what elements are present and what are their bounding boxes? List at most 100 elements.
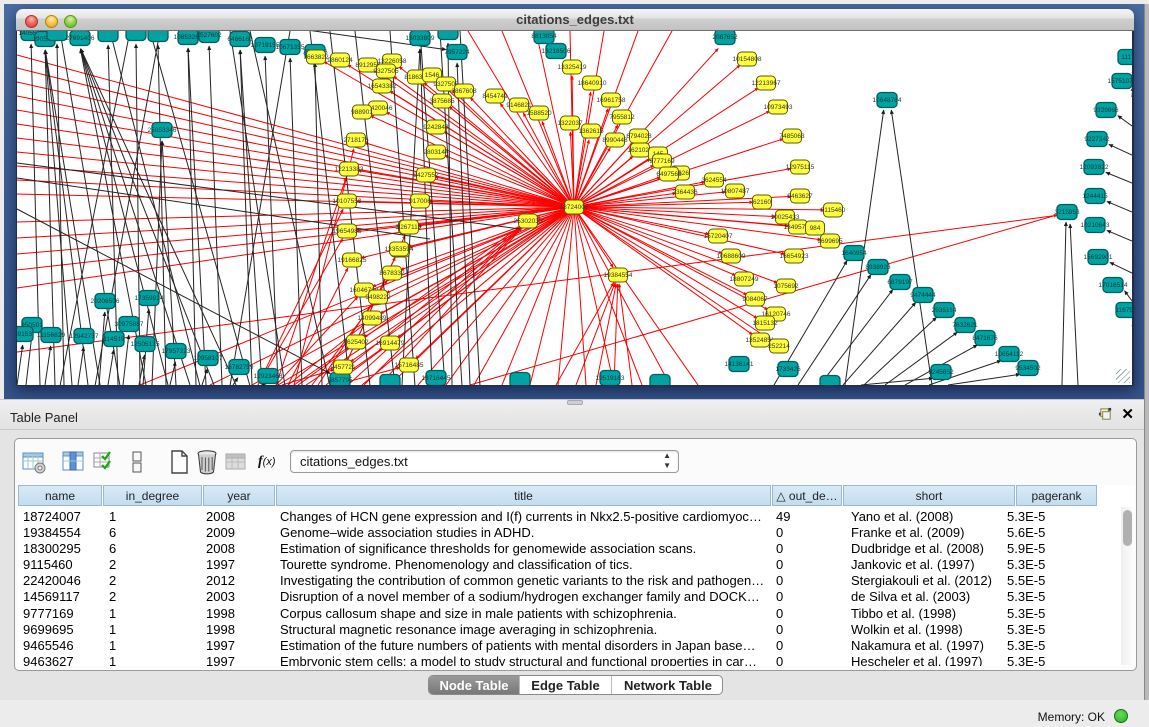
svg-text:1815132: 1815132 (752, 320, 778, 327)
svg-text:114519: 114519 (103, 336, 125, 343)
svg-text:8990448: 8990448 (602, 137, 628, 144)
svg-text:9245652: 9245652 (928, 369, 954, 376)
svg-text:9474444: 9474444 (910, 292, 936, 299)
svg-text:25302033: 25302033 (514, 218, 543, 225)
svg-text:988901: 988901 (351, 109, 373, 116)
svg-text:7632621: 7632621 (952, 322, 978, 329)
svg-text:9457721: 9457721 (330, 364, 356, 371)
svg-text:10958107: 10958107 (194, 355, 223, 362)
svg-text:9084067: 9084067 (742, 296, 768, 303)
svg-text:8471676: 8471676 (972, 335, 998, 342)
svg-text:3215953: 3215953 (1054, 209, 1080, 216)
svg-text:1733426: 1733426 (775, 366, 801, 373)
svg-text:10648784: 10648784 (873, 97, 902, 104)
svg-text:3267110: 3267110 (397, 224, 422, 231)
svg-text:13716445: 13716445 (422, 375, 451, 382)
svg-text:18724007: 18724007 (560, 204, 589, 211)
svg-text:15716485: 15716485 (395, 362, 424, 369)
svg-text:8427552: 8427552 (413, 172, 439, 179)
svg-text:9146821: 9146821 (506, 102, 532, 109)
svg-text:1244415: 1244415 (1082, 193, 1108, 200)
svg-text:13218506: 13218506 (542, 48, 571, 55)
svg-text:7485063: 7485063 (779, 133, 805, 140)
svg-text:12505135: 12505135 (131, 341, 160, 348)
svg-text:9242848: 9242848 (423, 124, 449, 131)
svg-text:13353594: 13353594 (385, 246, 414, 253)
svg-text:16782759: 16782759 (225, 364, 254, 371)
svg-text:6497568: 6497568 (656, 171, 682, 178)
svg-text:12942737: 12942737 (70, 333, 99, 340)
svg-text:9463627: 9463627 (787, 193, 813, 200)
svg-text:6879197: 6879197 (887, 279, 913, 286)
svg-text:10107553: 10107553 (333, 198, 362, 205)
svg-text:30975887: 30975887 (115, 321, 144, 328)
svg-text:16961758: 16961758 (597, 97, 626, 104)
svg-text:9857795: 9857795 (327, 377, 353, 384)
svg-text:9699695: 9699695 (817, 238, 843, 245)
svg-text:18640910: 18640910 (578, 80, 607, 87)
svg-text:17016514: 17016514 (1099, 282, 1128, 289)
svg-text:917006: 917006 (409, 198, 431, 205)
svg-text:11156829: 11156829 (37, 332, 65, 339)
svg-text:2718176: 2718176 (343, 137, 369, 144)
svg-text:8678332: 8678332 (379, 270, 405, 277)
svg-text:9860124: 9860124 (327, 57, 353, 64)
svg-text:984: 984 (810, 225, 821, 232)
svg-text:16914479: 16914479 (376, 340, 405, 347)
svg-text:18807249: 18807249 (730, 276, 759, 283)
svg-text:116753: 116753 (1115, 307, 1132, 314)
svg-text:25053346: 25053346 (148, 127, 177, 134)
svg-text:9534502: 9534502 (1015, 365, 1041, 372)
svg-text:3875685: 3875685 (429, 98, 455, 105)
svg-text:9227342: 9227342 (1084, 136, 1110, 143)
svg-text:16654923: 16654923 (780, 253, 809, 260)
svg-text:2364436: 2364436 (672, 189, 698, 196)
svg-text:8813054: 8813054 (531, 33, 557, 40)
svg-text:2867608: 2867608 (451, 88, 477, 95)
svg-text:13325419: 13325419 (558, 64, 587, 71)
svg-text:252214: 252214 (768, 343, 790, 350)
svg-text:10688609: 10688609 (717, 253, 746, 260)
svg-text:7625402: 7625402 (343, 339, 369, 346)
svg-text:14099489: 14099489 (358, 315, 387, 322)
svg-text:9327505: 9327505 (373, 68, 399, 75)
svg-text:10654112: 10654112 (995, 351, 1024, 358)
svg-text:10973493: 10973493 (764, 104, 793, 111)
svg-text:16033809: 16033809 (406, 35, 435, 42)
svg-text:19384554: 19384554 (604, 272, 633, 279)
svg-text:12975115: 12975115 (786, 164, 815, 171)
svg-text:20206506: 20206506 (91, 298, 120, 305)
svg-text:1117: 1117 (1121, 54, 1132, 61)
svg-text:8454749: 8454749 (482, 93, 508, 100)
svg-text:10154808: 10154808 (733, 56, 762, 63)
svg-text:1362615: 1362615 (578, 128, 604, 135)
svg-text:9115460: 9115460 (821, 207, 846, 214)
svg-text:6466160: 6466160 (227, 36, 253, 43)
svg-text:14136141: 14136141 (725, 361, 754, 368)
svg-text:2803144: 2803144 (423, 149, 449, 156)
svg-text:1527602: 1527602 (196, 32, 222, 39)
svg-text:10671355: 10671355 (276, 44, 305, 51)
svg-text:2087652: 2087652 (712, 34, 738, 41)
svg-text:3624554: 3624554 (701, 177, 727, 184)
svg-text:62160: 62160 (753, 199, 771, 206)
svg-text:12093822: 12093822 (1080, 164, 1109, 171)
svg-text:1640954: 1640954 (841, 250, 867, 257)
svg-text:9498222: 9498222 (365, 294, 391, 301)
svg-text:12923468: 12923468 (254, 373, 283, 380)
svg-text:1588520: 1588520 (526, 110, 552, 117)
svg-text:7957224: 7957224 (444, 49, 470, 56)
svg-text:8938923: 8938923 (865, 264, 891, 271)
svg-text:1322037: 1322037 (557, 120, 583, 127)
svg-text:12213383: 12213383 (335, 166, 364, 173)
svg-text:1075692: 1075692 (773, 283, 799, 290)
svg-text:7663822: 7663822 (303, 54, 329, 61)
svg-text:19654985: 19654985 (333, 228, 362, 235)
svg-text:10210643: 10210643 (1081, 222, 1110, 229)
svg-text:9329966: 9329966 (1093, 107, 1119, 114)
svg-text:39153: 39153 (17, 331, 32, 338)
svg-text:17957223: 17957223 (162, 348, 191, 355)
svg-text:12213967: 12213967 (752, 80, 781, 87)
svg-text:10807487: 10807487 (721, 188, 750, 195)
svg-text:2935114: 2935114 (932, 307, 957, 314)
